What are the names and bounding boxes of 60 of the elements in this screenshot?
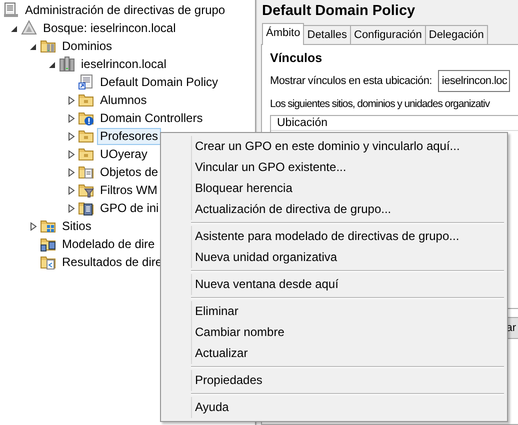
tree-item[interactable]: Sitios — [59, 218, 94, 234]
menu-item[interactable]: Actualizar — [161, 343, 507, 364]
triangle-icon — [21, 20, 37, 36]
tree-item[interactable]: GPO de ini — [97, 200, 162, 216]
collapsed-arrow-icon[interactable] — [67, 204, 76, 212]
location-field[interactable]: ieselrincon.loc — [438, 70, 510, 92]
menu-item[interactable]: Asistente para modelado de directivas de grupo... — [161, 226, 507, 247]
document-folder-icon — [78, 164, 94, 180]
menu-item[interactable]: Bloquear herencia — [161, 178, 507, 199]
menu-item[interactable]: Cambiar nombre — [161, 322, 507, 343]
collapsed-arrow-icon[interactable] — [67, 150, 76, 158]
tree-item[interactable]: Administración de directivas de grupo — [22, 2, 228, 18]
menu-item[interactable]: Actualización de directiva de grupo... — [161, 199, 507, 220]
tree-item[interactable]: Dominios — [59, 38, 116, 54]
menu-item[interactable]: Nueva unidad organizativa — [161, 247, 507, 268]
tab[interactable]: Delegación — [424, 25, 488, 44]
collapsed-arrow-icon[interactable] — [67, 96, 76, 104]
tree-item[interactable]: Bosque: ieselrincon.local — [40, 20, 179, 36]
menu-item[interactable]: Eliminar — [161, 301, 507, 322]
document-folder-icon — [78, 200, 94, 216]
grid-folder-icon — [40, 218, 56, 234]
expanded-arrow-icon[interactable] — [48, 60, 57, 68]
console-icon — [3, 2, 19, 18]
tree-item[interactable]: Alumnos — [97, 92, 150, 108]
funnel-folder-icon — [78, 182, 94, 198]
column-header[interactable]: Ubicación — [271, 116, 518, 131]
collapsed-arrow-icon[interactable] — [67, 186, 76, 194]
menu-item[interactable]: Vincular un GPO existente... — [161, 157, 507, 178]
menu-item[interactable]: Nueva ventana desde aquí — [161, 274, 507, 295]
tree-item[interactable]: ieselrincon.local — [78, 56, 170, 72]
menu-item[interactable]: Propiedades — [161, 370, 507, 391]
collapsed-arrow-icon[interactable] — [29, 222, 38, 230]
tree-item[interactable]: Filtros WM — [97, 182, 160, 198]
tree-item[interactable]: Domain Controllers — [97, 110, 206, 126]
collapsed-arrow-icon[interactable] — [67, 168, 76, 176]
field-label: Mostrar vínculos en esta ubicación: — [270, 75, 432, 87]
tree-item[interactable]: Profesores — [97, 128, 162, 144]
section-title: Vínculos — [270, 51, 324, 67]
expanded-arrow-icon[interactable] — [29, 42, 38, 50]
folder-info-icon — [78, 110, 94, 126]
tree-item[interactable]: Modelado de dire — [59, 236, 158, 252]
menu-item[interactable]: Ayuda — [161, 397, 507, 418]
folder-icon — [78, 146, 94, 162]
servers-icon — [59, 56, 75, 72]
policy-document-icon — [78, 74, 94, 90]
collapsed-arrow-icon[interactable] — [67, 114, 76, 122]
server-folder-icon — [40, 38, 56, 54]
tree-item[interactable]: Objetos de — [97, 164, 162, 180]
description-text: Los siguientes sitios, dominios y unidades organizativ — [270, 98, 491, 112]
computers-folder-icon — [40, 236, 56, 252]
folder-icon — [78, 128, 94, 144]
tree-item[interactable]: UOyeray — [97, 146, 150, 162]
menu-item[interactable]: Crear un GPO en este dominio y vincularlo aquí... — [161, 136, 507, 157]
collapsed-arrow-icon[interactable] — [67, 132, 76, 140]
pane-title: Default Domain Policy — [261, 2, 416, 21]
expanded-arrow-icon[interactable] — [10, 24, 19, 32]
folder-icon — [78, 92, 94, 108]
tree-item[interactable]: Default Domain Policy — [97, 74, 222, 90]
report-folder-icon — [40, 254, 56, 270]
tab[interactable]: Ámbito — [262, 23, 304, 45]
